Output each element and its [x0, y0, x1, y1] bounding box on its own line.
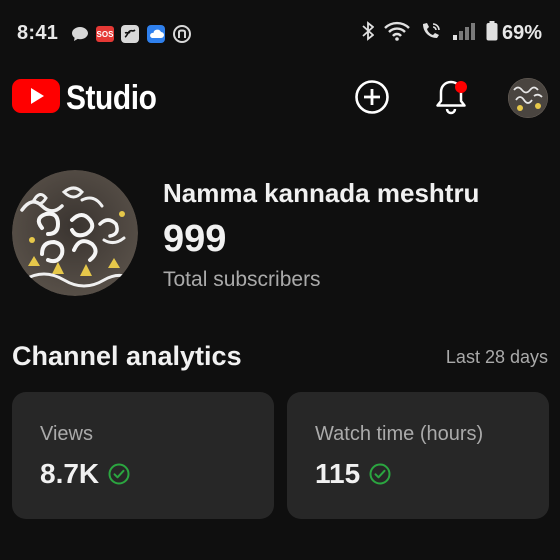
youtube-studio-logo[interactable]: Studio	[12, 79, 169, 118]
channel-name: Namma kannada meshtru	[163, 178, 480, 208]
card-value: 115	[315, 458, 361, 489]
weather-icon	[146, 24, 166, 44]
yandex-app-icon	[172, 24, 192, 44]
wifi-icon	[384, 21, 410, 46]
system-status-icons: 69%	[362, 21, 542, 46]
add-circle-icon	[354, 79, 390, 120]
battery-icon	[486, 21, 498, 46]
swirl-app-icon	[120, 24, 140, 44]
channel-avatar[interactable]	[12, 170, 138, 296]
notifications-button[interactable]	[430, 78, 472, 120]
signal-icon	[452, 21, 476, 46]
status-time: 8:41	[17, 22, 59, 44]
views-card[interactable]: Views 8.7K	[12, 392, 274, 519]
analytics-range: Last 28 days	[445, 347, 548, 367]
youtube-play-icon	[12, 79, 60, 118]
card-label: Watch time (hours)	[315, 423, 484, 445]
status-bar: 8:41 SOS 69%	[0, 0, 560, 68]
check-circle-icon	[369, 463, 391, 485]
card-value: 8.7K	[40, 458, 100, 489]
subscriber-label: Total subscribers	[163, 268, 321, 291]
wifi-calling-icon	[420, 21, 442, 46]
app-bar: Studio	[0, 68, 560, 130]
channel-header: Namma kannada meshtru 999 Total subscrib…	[12, 170, 552, 300]
sos-icon: SOS	[96, 26, 114, 42]
card-label: Views	[40, 423, 93, 445]
watch-time-card[interactable]: Watch time (hours) 115	[287, 392, 549, 519]
notification-icons: SOS	[70, 24, 192, 44]
logo-text: Studio	[66, 79, 157, 117]
bluetooth-icon	[362, 21, 375, 46]
analytics-title: Channel analytics	[12, 341, 242, 371]
chat-bubble-icon	[70, 24, 90, 44]
account-avatar[interactable]	[508, 78, 548, 118]
create-button[interactable]	[351, 78, 393, 120]
check-circle-icon	[108, 463, 130, 485]
battery-group: 69%	[486, 21, 542, 46]
subscriber-count: 999	[163, 218, 227, 260]
battery-percent: 69%	[501, 22, 542, 44]
notification-badge	[455, 81, 467, 93]
